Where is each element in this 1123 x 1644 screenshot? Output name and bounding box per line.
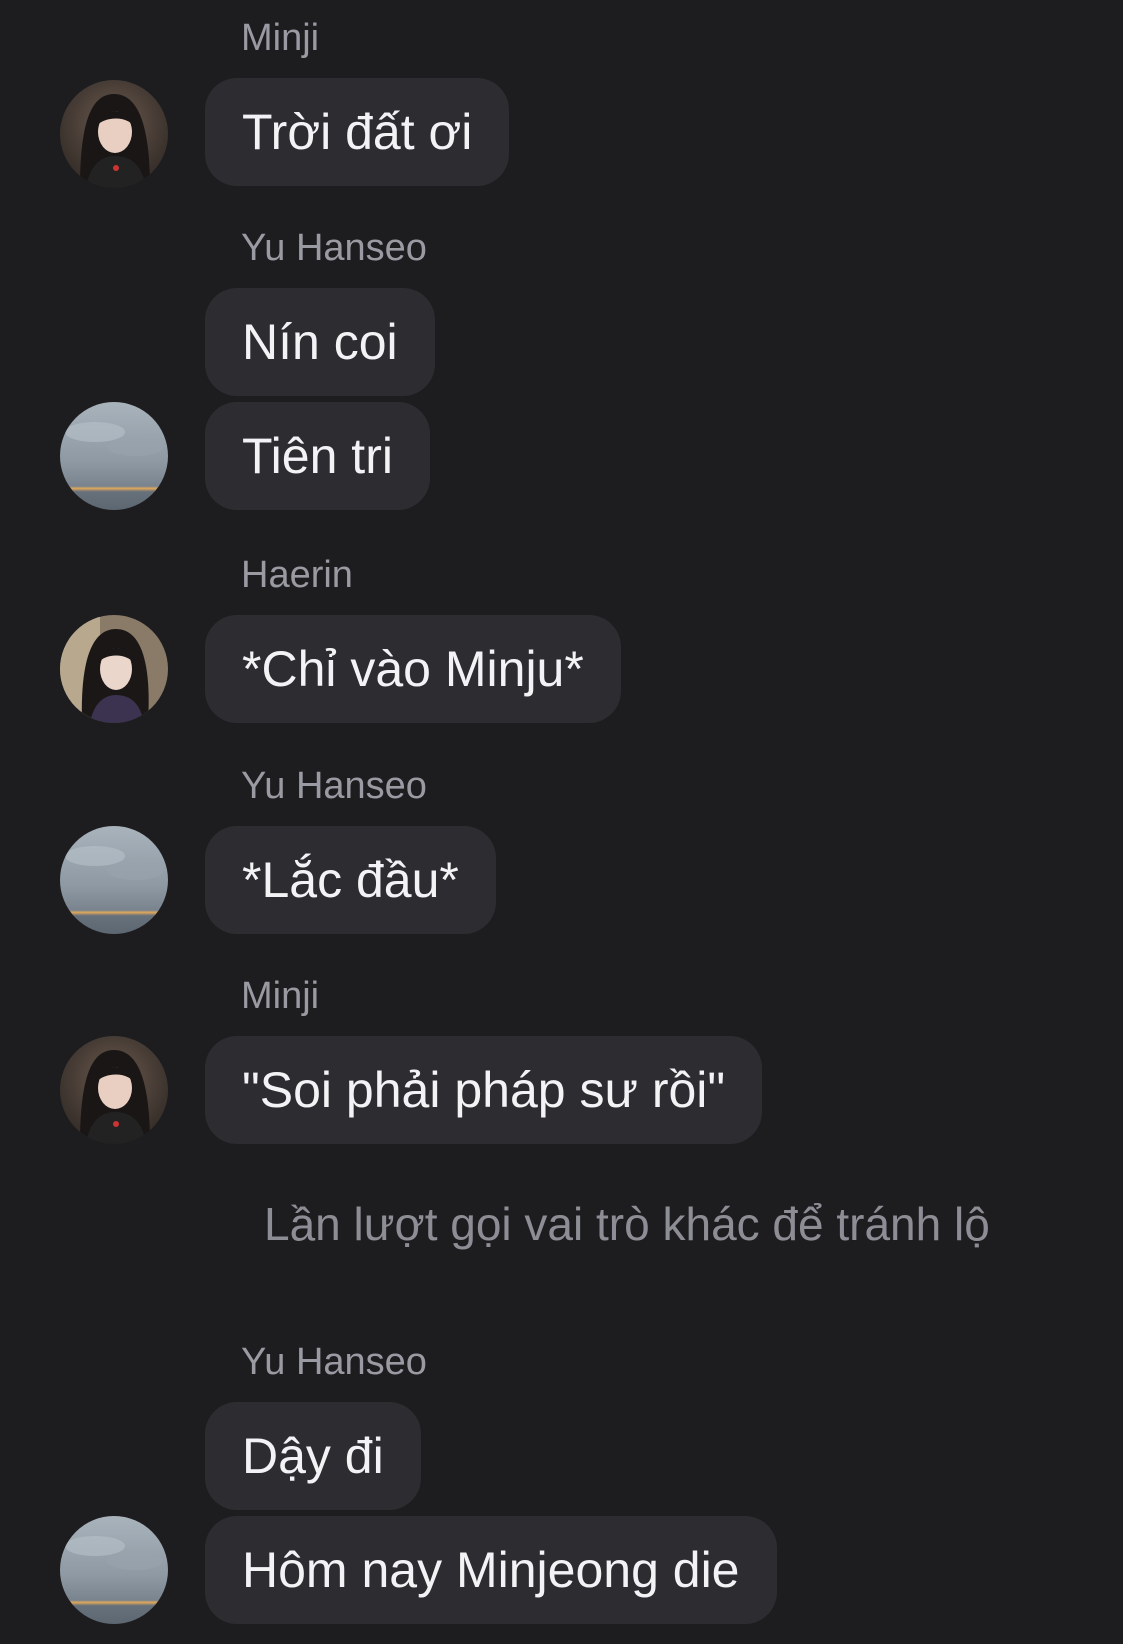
avatar-yu-hanseo[interactable] (60, 1516, 168, 1624)
message-text: Nín coi (242, 314, 398, 370)
avatar-minji[interactable] (60, 1036, 168, 1144)
message-bubble[interactable]: Tiên tri (205, 402, 430, 510)
message-text: "Soi phải pháp sư rồi" (242, 1062, 726, 1118)
avatar-minji[interactable] (60, 80, 168, 188)
sky-avatar-image (60, 402, 168, 510)
portrait-avatar-image (60, 615, 168, 723)
message-bubble[interactable]: *Lắc đầu* (205, 826, 496, 934)
avatar-yu-hanseo[interactable] (60, 402, 168, 510)
avatar-haerin[interactable] (60, 615, 168, 723)
message-text: Tiên tri (242, 428, 393, 484)
message-text: *Lắc đầu* (242, 852, 459, 908)
message-bubble[interactable]: *Chỉ vào Minju* (205, 615, 621, 723)
sender-name: Haerin (241, 554, 353, 596)
sky-avatar-image (60, 826, 168, 934)
sender-name: Minji (241, 17, 320, 59)
message-bubble[interactable]: Nín coi (205, 288, 435, 396)
sender-name: Yu Hanseo (241, 765, 427, 807)
portrait-avatar-image (60, 1036, 168, 1144)
sender-name: Minji (241, 975, 320, 1017)
message-text: Hôm nay Minjeong die (242, 1542, 740, 1598)
message-bubble[interactable]: "Soi phải pháp sư rồi" (205, 1036, 763, 1144)
message-text: Dậy đi (242, 1428, 384, 1484)
message-bubble[interactable]: Dậy đi (205, 1402, 421, 1510)
message-text: *Chỉ vào Minju* (242, 641, 584, 697)
message-text: Trời đất ơi (242, 104, 473, 160)
sender-name: Yu Hanseo (241, 227, 427, 269)
sky-avatar-image (60, 1516, 168, 1624)
portrait-avatar-image (60, 80, 168, 188)
system-notice: Lần lượt gọi vai trò khác để tránh lộ (264, 1198, 990, 1250)
message-bubble[interactable]: Trời đất ơi (205, 78, 510, 186)
sender-name: Yu Hanseo (241, 1341, 427, 1383)
avatar-yu-hanseo[interactable] (60, 826, 168, 934)
message-bubble[interactable]: Hôm nay Minjeong die (205, 1516, 777, 1624)
